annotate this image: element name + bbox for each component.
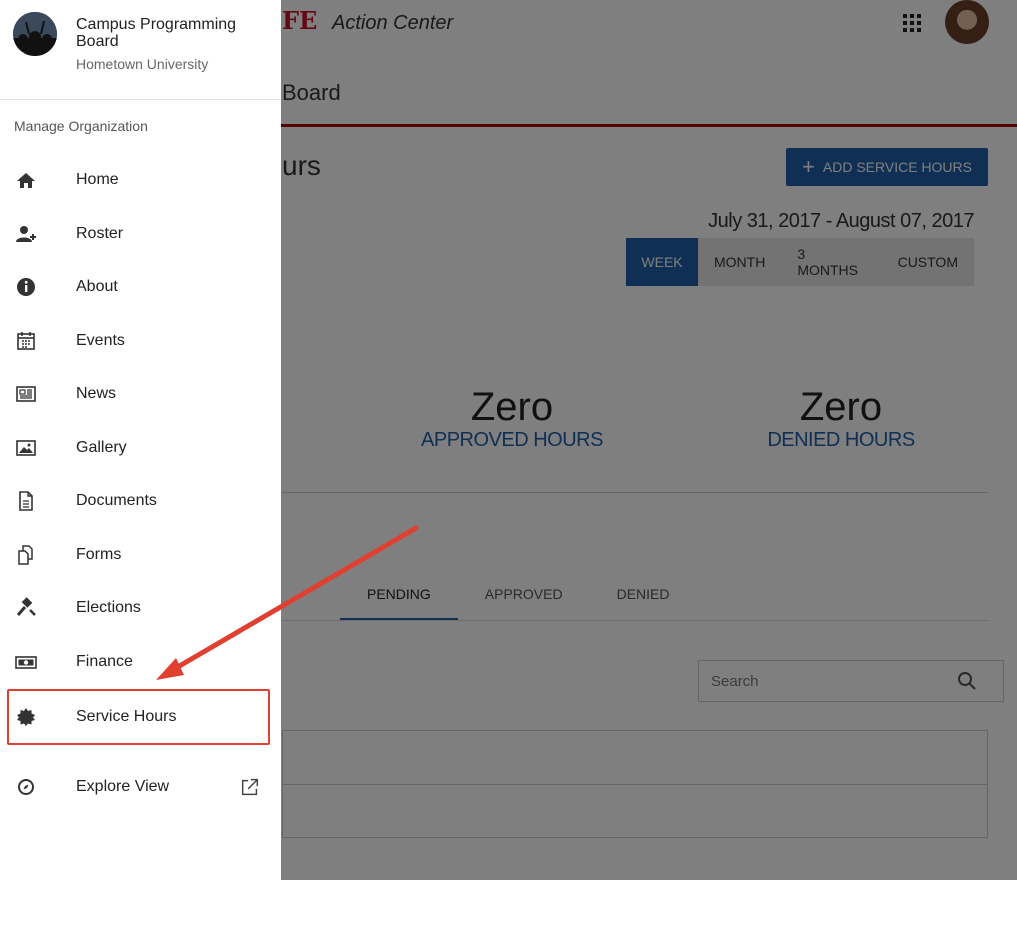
- newspaper-icon: [16, 385, 36, 402]
- sidebar-item-explore-view[interactable]: Explore View: [0, 760, 281, 813]
- gavel-icon: [16, 596, 36, 616]
- sidebar-item-documents[interactable]: Documents: [0, 474, 281, 527]
- sidebar-item-label: Home: [76, 170, 119, 188]
- forms-icon: [18, 544, 33, 565]
- sidebar-item-events[interactable]: Events: [0, 314, 281, 367]
- sidebar-item-gallery[interactable]: Gallery: [0, 421, 281, 474]
- drawer-header: Campus Programming Board Hometown Univer…: [0, 0, 281, 100]
- sidebar-item-finance[interactable]: Finance: [0, 635, 281, 688]
- money-icon: [15, 655, 37, 669]
- sidebar-item-label: Documents: [76, 491, 157, 509]
- screenshot-stage: FE Action Center Board urs + ADD SERVICE…: [0, 0, 1017, 930]
- add-user-icon: [16, 225, 36, 242]
- sidebar-item-label: Forms: [76, 545, 122, 563]
- sidebar-item-news[interactable]: News: [0, 367, 281, 420]
- document-icon: [19, 490, 33, 511]
- service-hours-highlight: [7, 689, 270, 745]
- sidebar-item-label: News: [76, 384, 117, 402]
- sidebar-item-label: Events: [76, 331, 125, 349]
- sidebar-item-home[interactable]: Home: [0, 153, 281, 206]
- sidebar-item-label: About: [76, 277, 118, 295]
- external-link-icon[interactable]: [239, 776, 261, 798]
- sidebar-item-forms[interactable]: Forms: [0, 528, 281, 581]
- manage-organization-label: Manage Organization: [14, 118, 148, 134]
- sidebar-item-label: Finance: [76, 652, 133, 670]
- compass-icon: [18, 778, 34, 795]
- navigation-drawer: Campus Programming Board Hometown Univer…: [0, 0, 281, 880]
- sidebar-item-label: Explore View: [76, 777, 170, 795]
- drawer-organization-name: Campus Programming Board: [76, 16, 237, 50]
- home-icon: [17, 172, 35, 188]
- drawer-school-name: Hometown University: [76, 56, 209, 72]
- sidebar-item-elections[interactable]: Elections: [0, 581, 281, 634]
- organization-avatar: [13, 12, 57, 56]
- sidebar-item-label: Roster: [76, 224, 124, 242]
- sidebar-item-label: Elections: [76, 598, 141, 616]
- sidebar-item-label: Gallery: [76, 438, 127, 456]
- sidebar-item-roster[interactable]: Roster: [0, 207, 281, 260]
- image-icon: [16, 439, 36, 456]
- info-icon: [17, 277, 35, 296]
- calendar-icon: [17, 331, 35, 350]
- sidebar-item-about[interactable]: About: [0, 260, 281, 313]
